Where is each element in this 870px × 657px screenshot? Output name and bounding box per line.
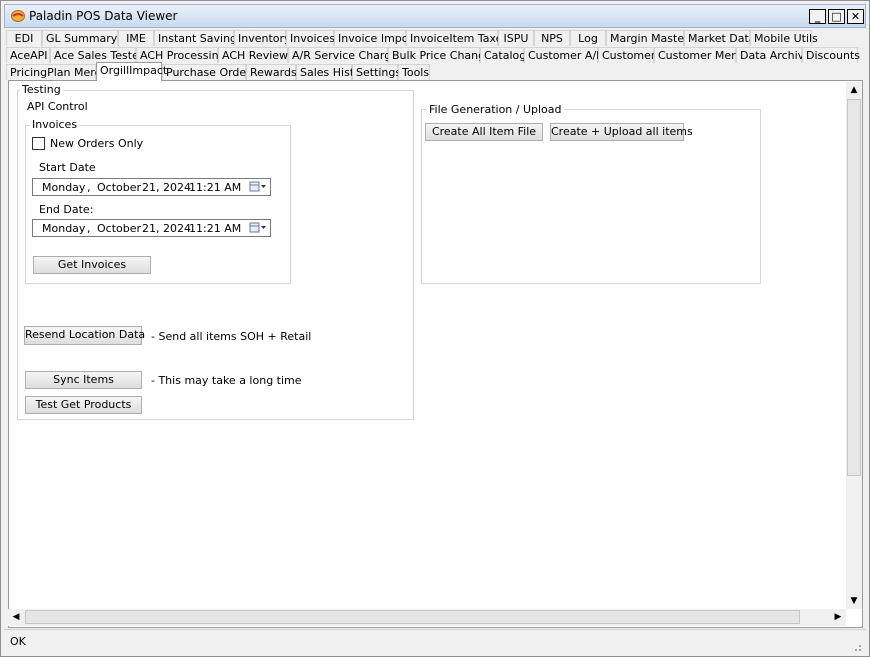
- tab-mobile-utils[interactable]: Mobile Utils: [750, 30, 818, 46]
- end-date-label: End Date:: [39, 203, 94, 216]
- start-day-year: 21, 2024: [142, 181, 191, 194]
- tab-rewards[interactable]: Rewards: [246, 64, 297, 80]
- title-bar: Paladin POS Data Viewer _ □ ✕: [4, 4, 866, 28]
- tab-ime[interactable]: IME: [118, 30, 154, 46]
- close-button[interactable]: ✕: [847, 9, 864, 24]
- status-bar: OK: [4, 629, 866, 653]
- tab-aceapi[interactable]: AceAPI: [6, 47, 50, 63]
- end-weekday: Monday: [42, 222, 86, 235]
- end-date-picker[interactable]: Monday , October 21, 2024 11:21 AM: [32, 219, 271, 237]
- tab-market-data[interactable]: Market Data: [684, 30, 756, 46]
- scroll-up-icon[interactable]: ▲: [846, 82, 862, 98]
- tab-row-1: EDI GL Summary IME Instant Savings Inven…: [6, 30, 862, 47]
- tab-row-3: PricingPlan Merge OrgillImpact Purchase …: [6, 62, 862, 81]
- tab-sales-hist[interactable]: Sales Hist: [296, 64, 354, 80]
- tab-ace-sales-tester[interactable]: Ace Sales Tester: [50, 47, 143, 63]
- create-upload-all-items-button[interactable]: Create + Upload all items: [550, 123, 693, 141]
- tab-pricingplan-merge[interactable]: PricingPlan Merge: [6, 64, 108, 80]
- resize-grip-icon[interactable]: [850, 640, 862, 652]
- end-day-year: 21, 2024: [142, 222, 191, 235]
- tab-data-archive[interactable]: Data Archive: [736, 47, 811, 63]
- testing-group-label: Testing: [20, 83, 63, 96]
- calendar-dropdown-icon[interactable]: [249, 222, 267, 234]
- sync-items-note: - This may take a long time: [151, 374, 302, 387]
- get-invoices-button[interactable]: Get Invoices: [33, 256, 151, 274]
- end-time: 11:21 AM: [189, 222, 242, 235]
- scroll-right-icon[interactable]: ▶: [830, 609, 846, 625]
- invoices-group-label: Invoices: [30, 118, 80, 131]
- api-control-label: API Control: [25, 100, 90, 113]
- tab-purchase-orders[interactable]: Purchase Orders: [162, 64, 256, 80]
- tab-ach-review[interactable]: ACH Review: [218, 47, 288, 63]
- end-month: October: [97, 222, 142, 235]
- tab-orgillimpact[interactable]: OrgillImpact: [96, 62, 167, 81]
- tab-log[interactable]: Log: [570, 30, 606, 46]
- sync-items-button[interactable]: Sync Items: [25, 371, 142, 389]
- tab-invoices[interactable]: Invoices: [286, 30, 335, 46]
- tab-strip: EDI GL Summary IME Instant Savings Inven…: [6, 28, 862, 82]
- status-text: OK: [10, 635, 26, 648]
- tab-invoiceitem-taxes[interactable]: InvoiceItem Taxes: [406, 30, 508, 46]
- horizontal-scroll-thumb[interactable]: [25, 610, 800, 624]
- calendar-dropdown-icon[interactable]: [249, 181, 267, 193]
- tab-settings[interactable]: Settings: [352, 64, 401, 80]
- file-generation-label: File Generation / Upload: [427, 103, 564, 116]
- create-all-item-file-button[interactable]: Create All Item File: [425, 123, 543, 141]
- tab-ar-service-charge[interactable]: A/R Service Charge: [288, 47, 398, 63]
- start-date-picker[interactable]: Monday , October 21, 2024 11:21 AM: [32, 178, 271, 196]
- start-weekday: Monday: [42, 181, 86, 194]
- tab-tools[interactable]: Tools: [398, 64, 430, 80]
- vertical-scroll-thumb[interactable]: [847, 99, 861, 476]
- tab-ach-processing[interactable]: ACH Processing: [136, 47, 226, 63]
- window-title: Paladin POS Data Viewer: [29, 9, 178, 23]
- minimize-button[interactable]: _: [809, 9, 826, 24]
- tab-page-orgillimpact: Testing API Control Invoices New Orders …: [8, 80, 863, 628]
- start-date-label: Start Date: [39, 161, 96, 174]
- resend-location-note: - Send all items SOH + Retail: [151, 330, 312, 343]
- resend-location-data-button[interactable]: Resend Location Data: [24, 326, 145, 345]
- tab-gl-summary[interactable]: GL Summary: [42, 30, 118, 46]
- paladin-logo-icon: [11, 10, 25, 22]
- tab-bulk-price-change[interactable]: Bulk Price Change: [388, 47, 492, 63]
- start-month: October: [97, 181, 142, 194]
- start-time: 11:21 AM: [189, 181, 242, 194]
- end-sep: ,: [87, 222, 91, 235]
- tab-catalog[interactable]: Catalog: [480, 47, 526, 63]
- tab-nps[interactable]: NPS: [534, 30, 570, 46]
- tab-inventory[interactable]: Inventory: [234, 30, 291, 46]
- scroll-left-icon[interactable]: ◀: [8, 609, 24, 625]
- tab-instant-savings[interactable]: Instant Savings: [154, 30, 243, 46]
- tab-discounts[interactable]: Discounts: [802, 47, 860, 63]
- test-get-products-button[interactable]: Test Get Products: [25, 396, 142, 414]
- tab-customer-ar[interactable]: Customer A/R: [524, 47, 604, 63]
- scroll-down-icon[interactable]: ▼: [846, 593, 862, 609]
- start-sep: ,: [87, 181, 91, 194]
- tab-invoice-import[interactable]: Invoice Import: [334, 30, 417, 46]
- tab-margin-master[interactable]: Margin Master: [606, 30, 689, 46]
- maximize-button[interactable]: □: [828, 9, 845, 24]
- tab-ispu[interactable]: ISPU: [498, 30, 534, 46]
- new-orders-only-checkbox[interactable]: [32, 137, 45, 150]
- tab-customer-merge[interactable]: Customer Merge: [654, 47, 749, 63]
- tab-edi[interactable]: EDI: [6, 30, 42, 46]
- tab-customers[interactable]: Customers: [598, 47, 661, 63]
- horizontal-scrollbar[interactable]: ◀ ▶: [8, 609, 846, 626]
- vertical-scrollbar[interactable]: ▲ ▼: [846, 82, 862, 609]
- new-orders-only-label: New Orders Only: [50, 137, 144, 150]
